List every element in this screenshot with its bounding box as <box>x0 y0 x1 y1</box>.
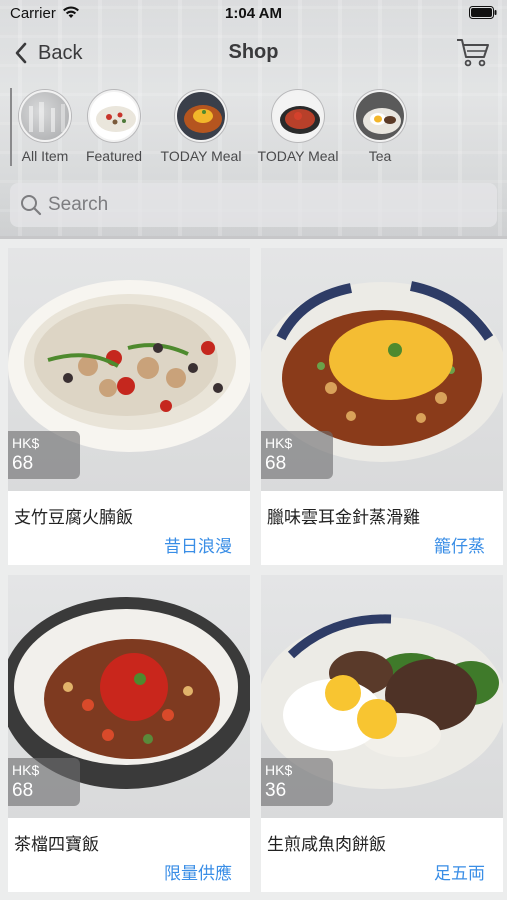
product-card[interactable]: HK$ 68 支竹豆腐火腩飯 昔日浪漫 <box>8 248 250 565</box>
category-label: TODAY Meal <box>160 148 242 164</box>
category-tea-thumbnail <box>354 90 406 142</box>
price-value: 36 <box>265 780 287 801</box>
category-label: Tea <box>368 148 392 164</box>
category-featured-thumbnail <box>88 90 140 142</box>
price-value: 68 <box>12 453 34 474</box>
product-tag: 昔日浪漫 <box>164 537 232 557</box>
product-name: 茶檔四寶飯 <box>14 835 99 855</box>
category-all-item[interactable]: All Item <box>12 86 78 164</box>
category-tea[interactable]: Tea <box>350 86 410 164</box>
product-card[interactable]: HK$ 68 臘味雲耳金針蒸滑雞 籠仔蒸 <box>261 248 503 565</box>
navigation-bar: Back Shop <box>0 30 507 76</box>
price-badge: HK$ 68 <box>8 431 80 479</box>
product-tag: 足五両 <box>434 864 485 884</box>
product-tag: 限量供應 <box>164 864 232 884</box>
category-featured[interactable]: Featured <box>82 86 146 164</box>
search-bar[interactable] <box>10 183 497 227</box>
product-name: 臘味雲耳金針蒸滑雞 <box>267 508 420 528</box>
product-card[interactable]: HK$ 36 生煎咸魚肉餅飯 足五両 <box>261 575 503 892</box>
category-label: All Item <box>21 148 69 164</box>
search-input[interactable] <box>48 183 478 227</box>
battery-icon <box>469 6 497 19</box>
category-today-meal-1[interactable]: TODAY Meal <box>155 86 247 164</box>
price-badge: HK$ 68 <box>261 431 333 479</box>
category-today-meal-1-thumbnail <box>175 90 227 142</box>
price-currency: HK$ <box>12 762 40 778</box>
dish-icon <box>96 106 136 132</box>
price-value: 68 <box>265 453 287 474</box>
price-badge: HK$ 36 <box>261 758 333 806</box>
category-label: TODAY Meal <box>257 148 339 164</box>
search-icon <box>21 195 42 216</box>
price-value: 68 <box>12 780 34 801</box>
category-today-meal-2-thumbnail <box>272 90 324 142</box>
status-time: 1:04 AM <box>225 5 282 22</box>
dish-icon <box>363 108 401 134</box>
dish-icon <box>184 105 222 133</box>
category-all-item-thumbnail <box>19 90 71 142</box>
price-currency: HK$ <box>265 762 293 778</box>
category-today-meal-2[interactable]: TODAY Meal <box>252 86 344 164</box>
product-tag: 籠仔蒸 <box>434 537 485 557</box>
header-divider <box>0 236 507 239</box>
cart-icon[interactable] <box>455 36 491 68</box>
category-label: Featured <box>85 148 143 164</box>
dish-icon <box>280 106 320 134</box>
price-currency: HK$ <box>265 435 293 451</box>
status-bar: Carrier 1:04 AM <box>0 0 507 28</box>
product-name: 支竹豆腐火腩飯 <box>14 508 133 528</box>
photo-icon <box>29 102 65 132</box>
product-name: 生煎咸魚肉餅飯 <box>267 835 386 855</box>
product-card[interactable]: HK$ 68 茶檔四寶飯 限量供應 <box>8 575 250 892</box>
price-currency: HK$ <box>12 435 40 451</box>
price-badge: HK$ 68 <box>8 758 80 806</box>
page-title: Shop <box>228 41 279 63</box>
